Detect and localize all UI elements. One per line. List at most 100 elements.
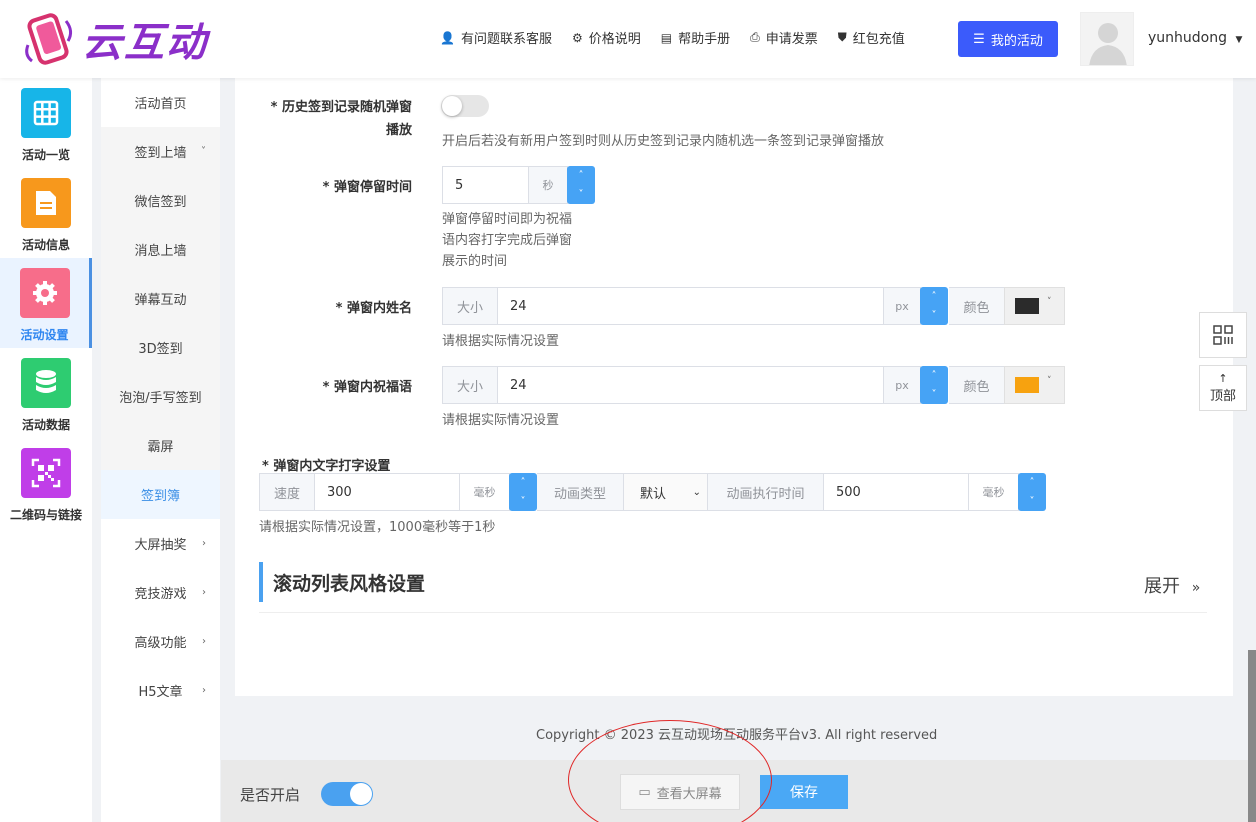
subnav-label: 消息上墙: [134, 244, 187, 259]
divider: [259, 612, 1207, 613]
subnav-item-games[interactable]: 竞技游戏 ›: [101, 568, 220, 617]
chevron-down-icon[interactable]: ˅: [932, 310, 937, 321]
toggle-knob: [350, 783, 372, 805]
chevron-up-icon[interactable]: ˄: [932, 370, 937, 381]
chevron-up-icon[interactable]: ˄: [932, 291, 937, 302]
shield-check-icon: ⛊: [837, 30, 847, 44]
chevron-down-icon[interactable]: ˅: [579, 189, 584, 200]
sub-nav: 活动首页 签到上墙 ˅ 微信签到 消息上墙 弹幕互动 3D签到 泡泡/手写签到 霸…: [101, 78, 220, 822]
phone-logo-icon: [22, 11, 78, 67]
history-popup-label-line2: 播放: [385, 123, 412, 138]
sidebar-item-label: 活动设置: [20, 328, 69, 342]
anim-type-select[interactable]: 默认 ⌄: [623, 473, 708, 511]
subnav-label: 高级功能: [134, 636, 187, 651]
speed-input[interactable]: 300: [314, 473, 460, 511]
chevron-right-icon: ›: [202, 538, 206, 549]
subnav-label: 签到簿: [140, 489, 180, 504]
bless-size-stepper[interactable]: ˄ ˅: [920, 366, 948, 404]
back-to-top-button[interactable]: ↑ 顶部: [1199, 365, 1247, 411]
subnav-label: 霸屏: [147, 440, 174, 455]
subnav-item-h5-article[interactable]: H5文章 ›: [101, 666, 220, 715]
popup-blessing-help: 请根据实际情况设置: [442, 413, 560, 428]
name-size-stepper[interactable]: ˄ ˅: [920, 287, 948, 325]
brand-logo[interactable]: 云互动: [22, 10, 208, 68]
scrollbar[interactable]: [1248, 650, 1256, 822]
sidebar-item-data[interactable]: 活动数据: [0, 348, 92, 438]
nav-pricing[interactable]: ⚙ 价格说明: [571, 28, 641, 48]
popup-blessing-label: * 弹窗内祝福语: [322, 380, 412, 395]
nav-invoice[interactable]: ⎙ 申请发票: [750, 28, 818, 47]
stay-time-input[interactable]: 5: [442, 166, 529, 204]
bless-size-input[interactable]: 24: [497, 366, 884, 404]
bless-color-picker[interactable]: ˅: [1004, 366, 1065, 404]
sidebar-item-settings[interactable]: 活动设置: [0, 258, 92, 348]
bless-size-value: 24: [510, 377, 527, 393]
sidebar-item-info[interactable]: 活动信息: [0, 168, 92, 258]
qrcode-float-button[interactable]: [1199, 312, 1247, 358]
subnav-item-bubble-checkin[interactable]: 泡泡/手写签到: [101, 372, 220, 421]
database-icon: [21, 358, 71, 408]
popup-name-label: * 弹窗内姓名: [335, 301, 412, 316]
chevron-down-icon: ˅: [1047, 297, 1052, 307]
subnav-item-signbook[interactable]: 签到簿: [101, 470, 220, 519]
chevron-down-icon[interactable]: ˅: [932, 389, 937, 400]
nav-recharge-label: 红包充值: [852, 32, 905, 47]
sidebar-item-overview[interactable]: 活动一览: [0, 78, 92, 168]
grid-icon: [21, 88, 71, 138]
name-size-input[interactable]: 24: [497, 287, 884, 325]
subnav-item-message-wall[interactable]: 消息上墙: [101, 225, 220, 274]
chevron-right-icon: ›: [202, 685, 206, 696]
anim-time-unit: 毫秒: [968, 473, 1019, 511]
subnav-label: 签到上墙: [134, 146, 187, 161]
subnav-item-3d-checkin[interactable]: 3D签到: [101, 323, 220, 372]
popup-name-help: 请根据实际情况设置: [442, 334, 560, 349]
subnav-item-danmaku[interactable]: 弹幕互动: [101, 274, 220, 323]
expand-toggle[interactable]: 展开 »: [1144, 572, 1200, 598]
name-color-picker[interactable]: ˅: [1004, 287, 1065, 325]
subnav-item-advanced[interactable]: 高级功能 ›: [101, 617, 220, 666]
chevron-down-icon: ⌄: [692, 486, 701, 498]
nav-help[interactable]: ▤ 帮助手册: [661, 28, 730, 48]
sidebar-item-label: 活动信息: [21, 238, 70, 252]
name-size-value: 24: [510, 298, 527, 314]
subnav-item-wechat-checkin[interactable]: 微信签到: [101, 176, 220, 225]
chevron-down-icon: ˅: [201, 146, 206, 157]
top-nav: 👤 有问题联系客服 ⚙ 价格说明 ▤ 帮助手册 ⎙ 申请发票 ⛊ 红包充值: [440, 28, 925, 47]
speed-stepper[interactable]: ˄ ˅: [509, 473, 537, 511]
qrcode-icon: [21, 448, 71, 498]
subnav-label: 微信签到: [134, 195, 187, 210]
chevron-down-icon[interactable]: ˅: [521, 496, 526, 507]
name-color-swatch: [1015, 298, 1039, 314]
typing-settings-label: * 弹窗内文字打字设置: [262, 459, 391, 474]
stay-time-label: * 弹窗停留时间: [322, 180, 412, 195]
section-title: 滚动列表风格设置: [259, 562, 425, 602]
my-activity-button[interactable]: ☰ 我的活动: [958, 21, 1058, 57]
nav-recharge[interactable]: ⛊ 红包充值: [838, 28, 905, 47]
subnav-item-screen-takeover[interactable]: 霸屏: [101, 421, 220, 470]
chevron-up-icon[interactable]: ˄: [579, 170, 584, 181]
chevron-up-icon[interactable]: ˄: [1030, 477, 1035, 488]
sidebar-item-qrcode[interactable]: 二维码与链接: [0, 438, 92, 528]
user-menu[interactable]: yunhudong ▼: [1148, 30, 1242, 46]
anim-type-prefix: 动画类型: [537, 473, 624, 511]
nav-support-label: 有问题联系客服: [460, 32, 552, 47]
chevron-up-icon[interactable]: ˄: [521, 477, 526, 488]
stay-time-stepper[interactable]: ˄ ˅: [567, 166, 595, 204]
subnav-item-home[interactable]: 活动首页: [101, 78, 220, 127]
anim-time-input[interactable]: 500: [823, 473, 969, 511]
subnav-item-lottery[interactable]: 大屏抽奖 ›: [101, 519, 220, 568]
chevron-down-icon[interactable]: ˅: [1030, 496, 1035, 507]
printer-icon: ⎙: [750, 30, 760, 44]
gear-icon: ⚙: [571, 30, 583, 45]
typing-help: 请根据实际情况设置，1000毫秒等于1秒: [259, 520, 496, 535]
nav-support[interactable]: 👤 有问题联系客服: [440, 28, 552, 48]
history-popup-label: * 历史签到记录随机弹窗 播放: [240, 96, 412, 138]
speed-prefix: 速度: [259, 473, 315, 511]
save-button[interactable]: 保存: [760, 775, 848, 809]
avatar[interactable]: [1080, 12, 1134, 66]
anim-time-stepper[interactable]: ˄ ˅: [1018, 473, 1046, 511]
subnav-item-checkin-wall[interactable]: 签到上墙 ˅: [101, 127, 220, 176]
document-icon: [21, 178, 71, 228]
history-popup-toggle[interactable]: [441, 95, 489, 117]
enable-toggle[interactable]: [321, 782, 373, 806]
